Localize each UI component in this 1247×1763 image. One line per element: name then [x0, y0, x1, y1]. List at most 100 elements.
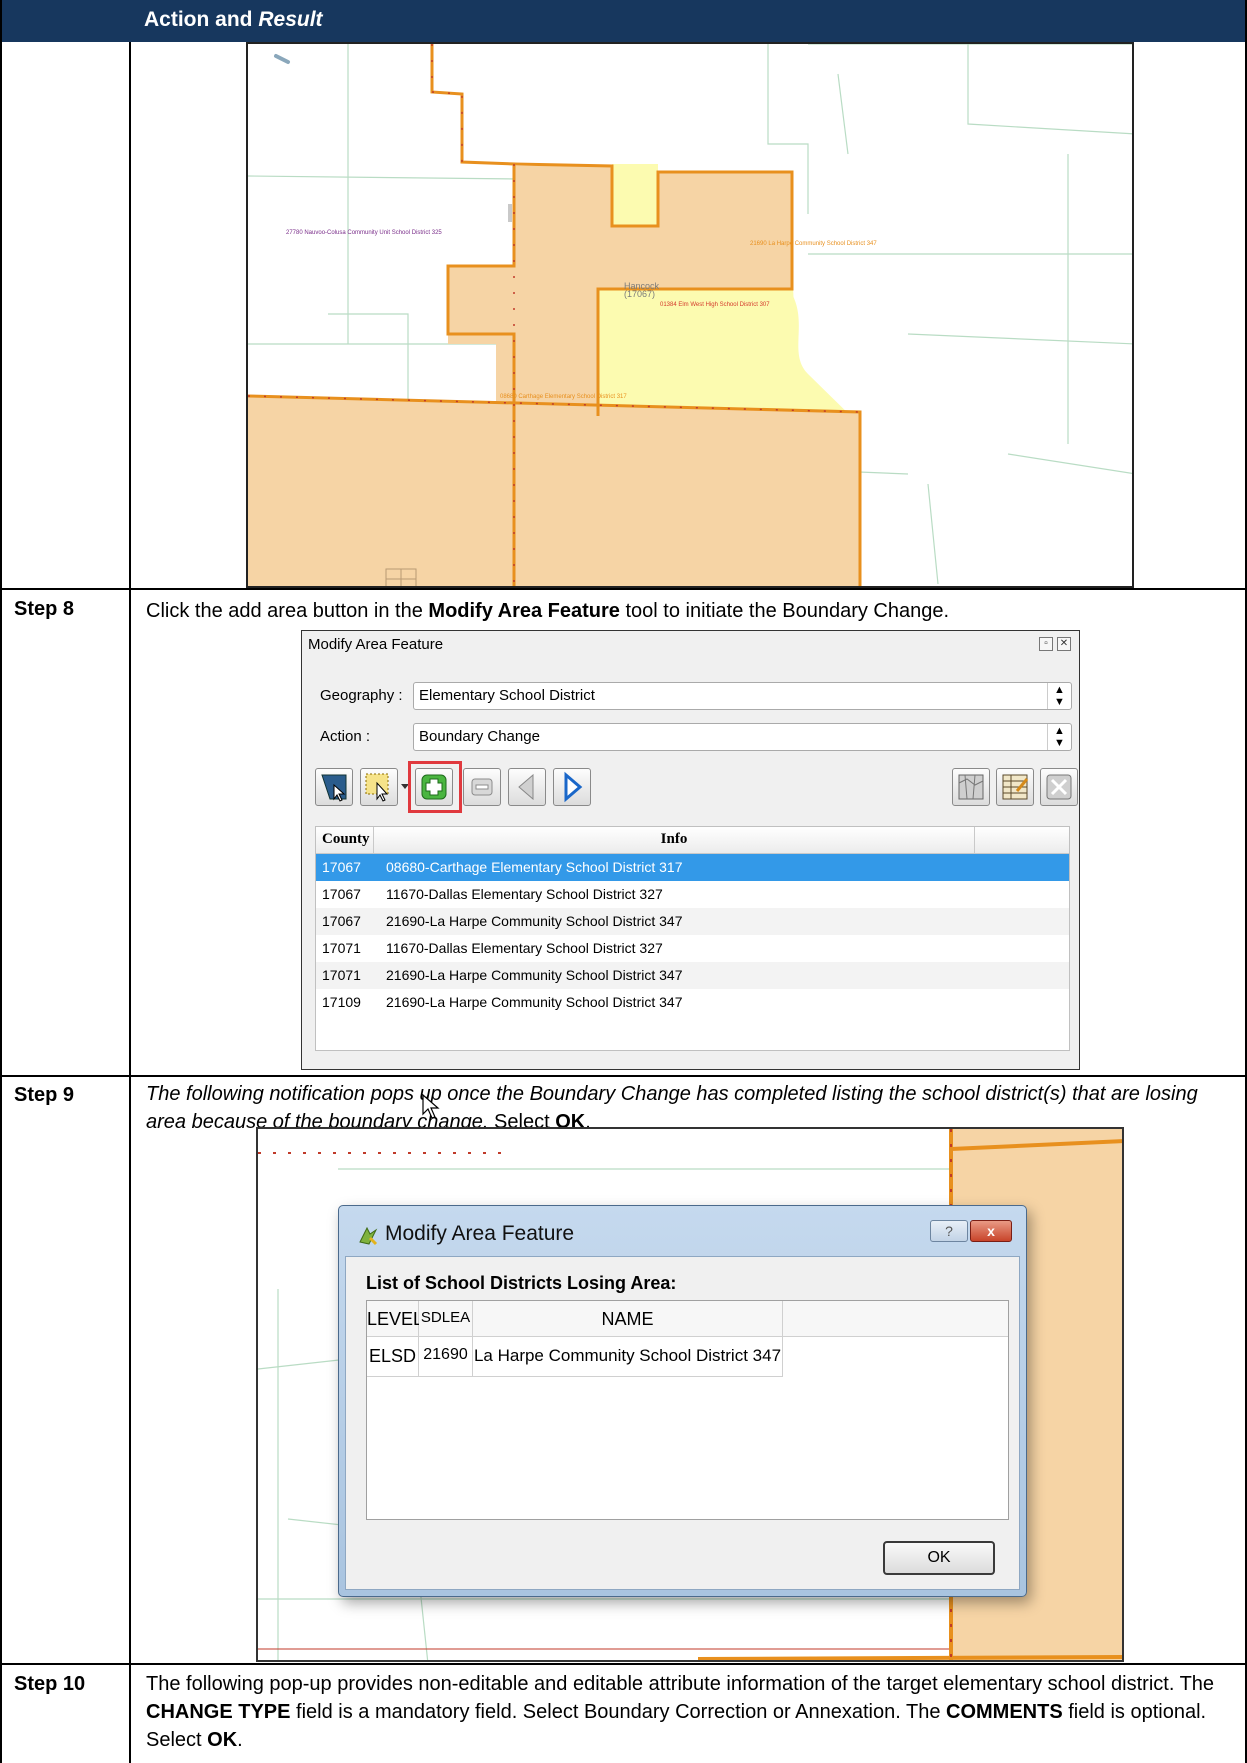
updown-arrows-icon: ▲ ▼: [1047, 683, 1071, 709]
remove-area-icon: [471, 778, 493, 796]
step-10-field-change-type: CHANGE TYPE: [146, 1701, 291, 1723]
step-10-field-comments: COMMENTS: [946, 1701, 1063, 1723]
table-row[interactable]: 17067 21690-La Harpe Community School Di…: [316, 908, 1069, 935]
clear-button[interactable]: [1040, 768, 1078, 806]
info-cell: 21690-La Harpe Community School District…: [386, 967, 683, 983]
remove-area-button[interactable]: [463, 768, 501, 806]
level-cell[interactable]: ELSD: [367, 1337, 419, 1377]
step-10-text-part: field is a mandatory field. Select Bound…: [290, 1701, 947, 1723]
table-row[interactable]: 17071 11670-Dallas Elementary School Dis…: [316, 935, 1069, 962]
table-row[interactable]: 17071 21690-La Harpe Community School Di…: [316, 962, 1069, 989]
step-8-text-part: tool to initiate the Boundary Change.: [619, 600, 950, 622]
map-screenshot-result: 27780 Nauvoo-Colusa Community Unit Schoo…: [246, 42, 1134, 588]
column-header-level[interactable]: LEVEL: [367, 1301, 423, 1337]
column-header-name[interactable]: NAME: [473, 1301, 783, 1337]
map-label-nauvoo: 27780 Nauvoo-Colusa Community Unit Schoo…: [286, 230, 442, 236]
close-button[interactable]: x: [970, 1220, 1012, 1242]
column-divider: [129, 42, 131, 1763]
map-label-carthage: 08680 Carthage Elementary School Distric…: [500, 394, 627, 400]
info-cell: 11670-Dallas Elementary School District …: [386, 886, 663, 902]
select-feature-icon: [321, 774, 347, 802]
sdlea-cell[interactable]: 21690: [419, 1337, 473, 1377]
county-cell: 17067: [322, 886, 361, 902]
clear-icon: [1046, 774, 1072, 800]
map-label-elm-west: 01384 Elm West High School District 307: [660, 302, 770, 308]
geography-label: Geography :: [320, 687, 403, 704]
map-view-button[interactable]: [952, 768, 990, 806]
action-select[interactable]: Boundary Change ▲ ▼: [413, 723, 1072, 751]
instruction-table: Action and Result 27780 Nauvoo-Colusa Co…: [0, 0, 1247, 1763]
close-icon[interactable]: ✕: [1057, 637, 1071, 651]
county-cell: 17067: [322, 913, 361, 929]
dialog-body: List of School Districts Losing Area: LE…: [345, 1256, 1020, 1590]
dialog-title: Modify Area Feature: [385, 1222, 575, 1245]
county-cell: 17071: [322, 967, 361, 983]
geography-select[interactable]: Elementary School District ▲ ▼: [413, 682, 1072, 710]
info-cell: 08680-Carthage Elementary School Distric…: [386, 859, 683, 875]
float-icon[interactable]: ▫: [1039, 637, 1053, 651]
attribute-table-icon: [1002, 774, 1029, 800]
county-cell: 17071: [322, 940, 361, 956]
header-title: Action and Result: [130, 0, 1247, 42]
map-icon: [958, 774, 984, 800]
header-step-cell: [0, 0, 130, 42]
column-header-county[interactable]: County: [316, 827, 374, 854]
qgis-icon: [359, 1226, 378, 1246]
info-cell: 21690-La Harpe Community School District…: [386, 994, 683, 1010]
table-row[interactable]: 17109 21690-La Harpe Community School Di…: [316, 989, 1069, 1016]
step-10-text-part: .: [237, 1729, 243, 1751]
step-10-text-part: The following pop-up provides non-editab…: [146, 1673, 1215, 1695]
table-border-left: [0, 0, 2, 1763]
action-label: Action :: [320, 728, 371, 745]
map-label-la-harpe: 21690 La Harpe Community School District…: [750, 241, 877, 247]
updown-arrows-icon: ▲ ▼: [1047, 724, 1071, 750]
attribute-table-button[interactable]: [996, 768, 1034, 806]
column-header-sdlea[interactable]: SDLEA: [419, 1301, 473, 1337]
step-10-ok-word: OK: [207, 1729, 238, 1751]
info-cell: 11670-Dallas Elementary School District …: [386, 940, 663, 956]
mouse-cursor-icon: [422, 1094, 440, 1119]
select-feature-button[interactable]: [315, 768, 353, 806]
losing-area-dialog: Modify Area Feature ? x List of School D…: [338, 1205, 1027, 1597]
previous-button[interactable]: [508, 768, 546, 806]
ok-button[interactable]: OK: [883, 1541, 995, 1575]
geography-value: Elementary School District: [419, 687, 595, 704]
step-8-label: Step 8: [14, 598, 75, 620]
help-button[interactable]: ?: [930, 1220, 968, 1242]
row-divider: [0, 1663, 1247, 1665]
step-9-label: Step 9: [14, 1084, 75, 1106]
feature-table: County Info 17067 08680-Carthage Element…: [315, 826, 1070, 1051]
previous-icon: [518, 773, 534, 801]
column-header-filler: [974, 827, 1069, 854]
step-8-text: Click the add area button in the Modify …: [146, 597, 1236, 625]
row-divider: [0, 588, 1247, 590]
county-cell: 17067: [322, 859, 361, 875]
column-header-info[interactable]: Info: [374, 827, 974, 854]
panel-window-buttons: ▫ ✕: [1039, 637, 1071, 651]
modify-area-feature-panel: Modify Area Feature ▫ ✕ Geography : Elem…: [301, 630, 1080, 1070]
select-rectangle-button[interactable]: [360, 768, 398, 806]
column-header-filler: [783, 1301, 1008, 1337]
table-header: Action and Result: [0, 0, 1247, 42]
step-10-label: Step 10: [14, 1673, 86, 1695]
step-8-tool-name: Modify Area Feature: [428, 600, 620, 622]
info-cell: 21690-La Harpe Community School District…: [386, 913, 683, 929]
name-cell[interactable]: La Harpe Community School District 347: [473, 1337, 783, 1377]
next-icon: [564, 771, 583, 803]
header-title-italic: Result: [258, 8, 323, 31]
panel-title: Modify Area Feature: [308, 636, 444, 653]
step-8-text-part: Click the add area button in the: [146, 600, 429, 622]
county-cell: 17109: [322, 994, 361, 1010]
select-rectangle-icon: [365, 773, 389, 802]
header-title-plain: Action and: [144, 8, 253, 31]
table-row[interactable]: 17067 11670-Dallas Elementary School Dis…: [316, 881, 1069, 908]
table-row[interactable]: 17067 08680-Carthage Elementary School D…: [316, 854, 1069, 881]
map-label-county-code: (17067): [624, 289, 656, 299]
row-divider: [0, 1075, 1247, 1077]
dialog-heading: List of School Districts Losing Area:: [366, 1273, 677, 1293]
add-area-highlight: [408, 761, 462, 813]
map-canvas: [248, 44, 1132, 586]
next-button[interactable]: [553, 768, 591, 806]
step-10-text: The following pop-up provides non-editab…: [146, 1670, 1231, 1754]
step-9-description: The following notification pops up once …: [146, 1083, 1198, 1133]
